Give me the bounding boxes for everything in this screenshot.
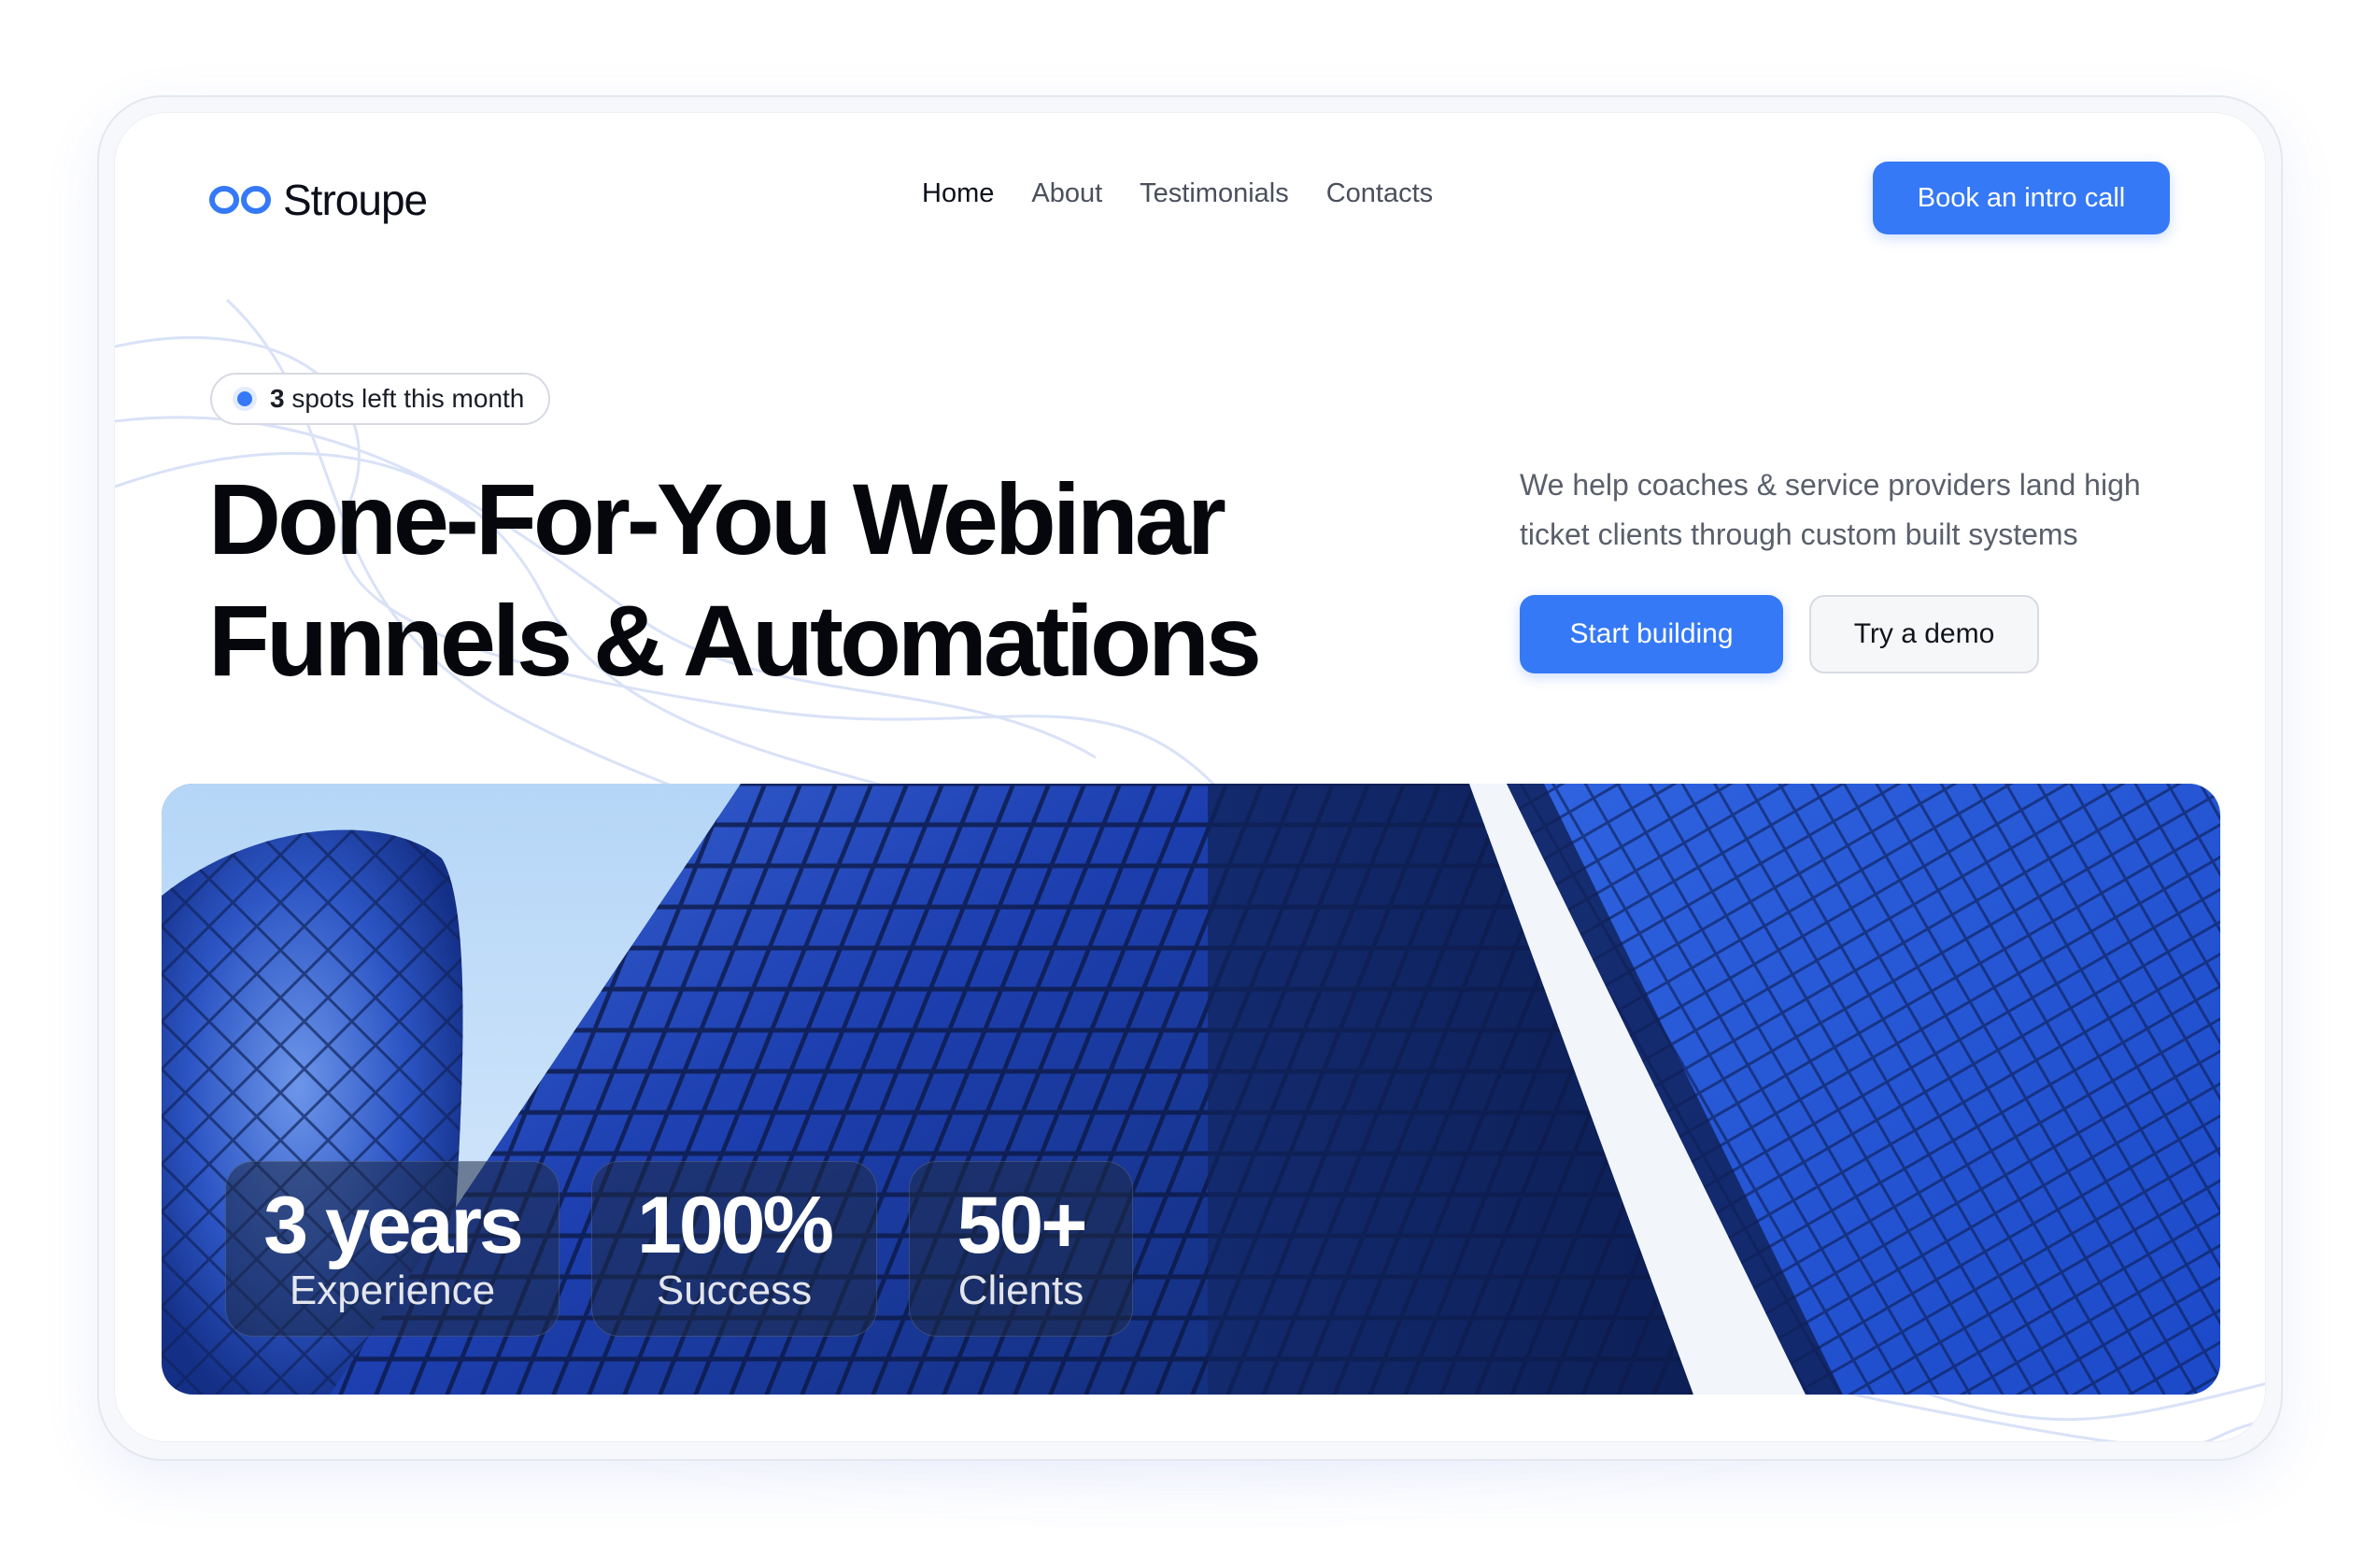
stat-card-clients: 50+ Clients: [909, 1161, 1133, 1337]
brand-name: Stroupe: [283, 176, 428, 224]
hero-subtitle: We help coaches & service providers land…: [1520, 468, 2141, 551]
nav-item-testimonials[interactable]: Testimonials: [1140, 178, 1289, 209]
infinity-loop-icon: [209, 186, 271, 214]
book-intro-call-button[interactable]: Book an intro call: [1873, 162, 2170, 234]
hero-title-line-2: Funnels & Automations: [208, 584, 1262, 697]
spots-label: spots left this month: [284, 384, 525, 413]
start-building-button[interactable]: Start building: [1520, 595, 1783, 673]
nav-item-about[interactable]: About: [1031, 178, 1102, 209]
hero-title-line-1: Done-For-You Webinar: [208, 462, 1226, 575]
brand-logo[interactable]: Stroupe: [208, 175, 428, 225]
availability-badge: 3 spots left this month: [210, 373, 551, 425]
try-demo-button[interactable]: Try a demo: [1809, 595, 2039, 673]
stat-label: Success: [656, 1268, 813, 1313]
main-nav: Home About Testimonials Contacts: [922, 178, 1433, 209]
stat-value: 100%: [637, 1181, 834, 1270]
nav-item-contacts[interactable]: Contacts: [1326, 178, 1433, 209]
hero-title: Done-For-You Webinar Funnels & Automatio…: [208, 459, 1441, 701]
stat-label: Experience: [289, 1268, 496, 1313]
stat-value: 50+: [956, 1181, 1088, 1270]
stat-card-experience: 3 years Experience: [225, 1161, 560, 1337]
landing-page-card: Stroupe Home About Testimonials Contacts…: [114, 112, 2266, 1442]
status-dot-icon: [233, 387, 257, 411]
stat-card-success: 100% Success: [591, 1161, 877, 1337]
nav-item-home[interactable]: Home: [922, 178, 994, 209]
spots-count: 3: [270, 384, 285, 413]
stat-label: Clients: [957, 1268, 1084, 1313]
stat-value: 3 years: [263, 1181, 524, 1270]
